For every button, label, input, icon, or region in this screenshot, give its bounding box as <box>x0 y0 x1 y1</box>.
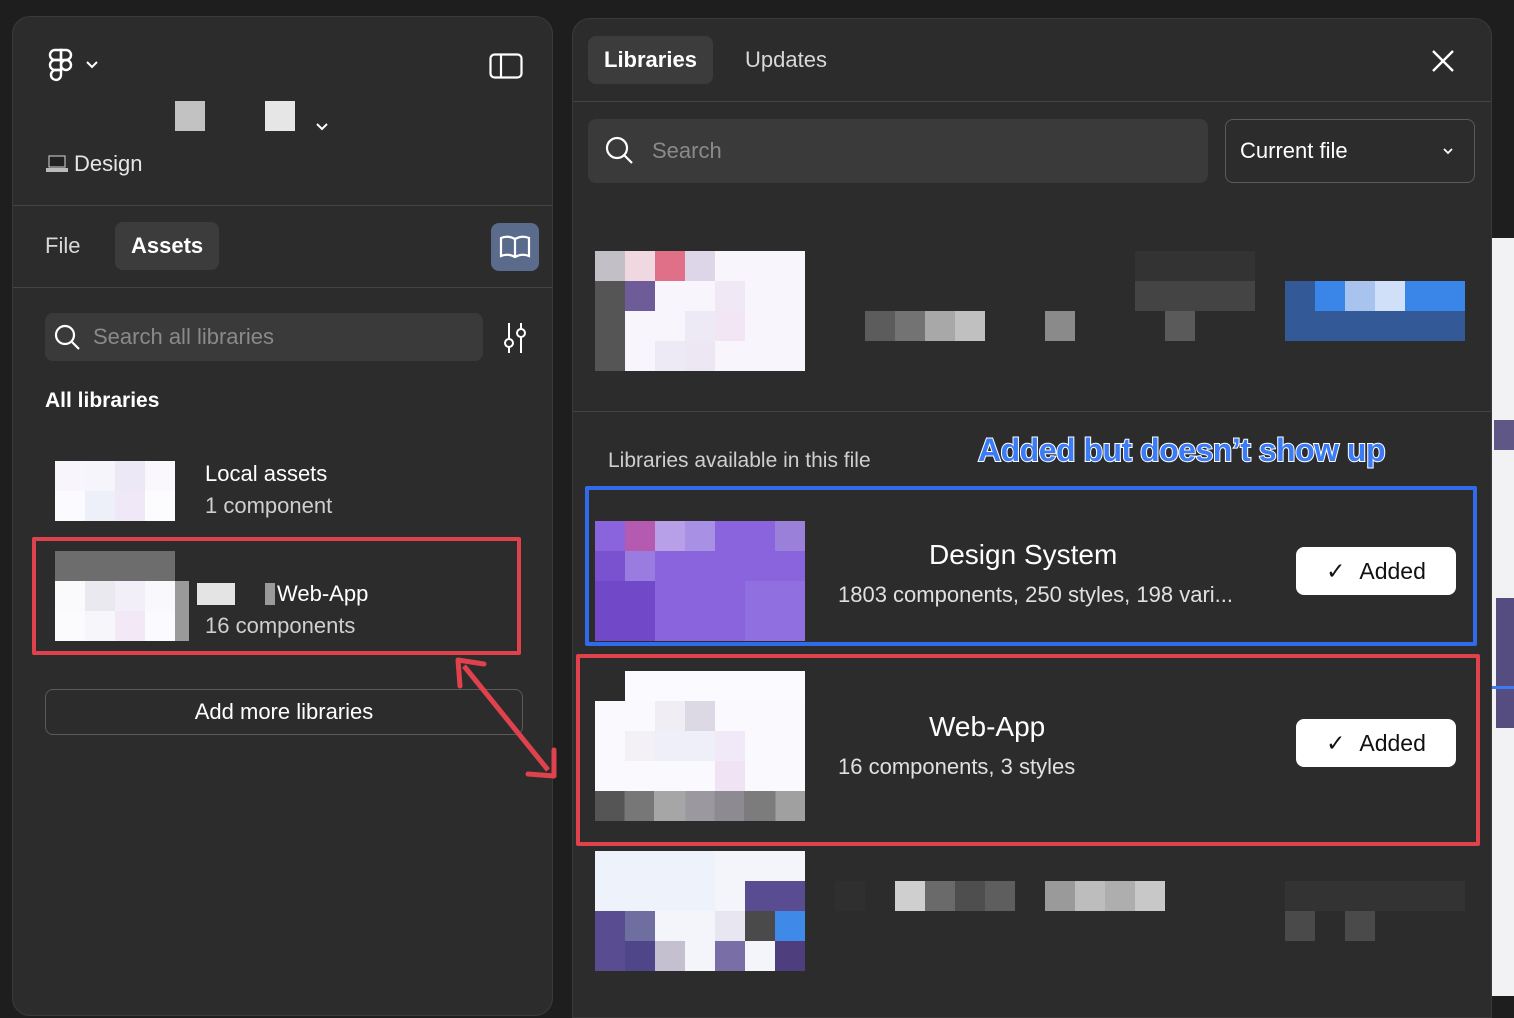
divider <box>573 411 1491 412</box>
library-item-redacted[interactable] <box>573 241 1491 391</box>
search-input[interactable]: Search <box>588 119 1208 183</box>
redacted-block <box>175 101 205 131</box>
highlight-right-web-app <box>576 654 1480 846</box>
tab-assets[interactable]: Assets <box>115 222 220 270</box>
tab-file[interactable]: File <box>29 222 96 270</box>
menu-chevron-down-icon[interactable] <box>85 57 99 71</box>
filter-settings-icon[interactable] <box>501 321 529 355</box>
highlight-design-system <box>585 486 1477 646</box>
divider <box>13 205 552 206</box>
library-item-local-assets[interactable]: Local assets 1 component <box>43 449 533 529</box>
search-icon <box>54 324 80 350</box>
section-title: All libraries <box>45 389 160 412</box>
tab-libraries-label: Libraries <box>604 47 697 72</box>
section-label: Libraries available in this file <box>608 449 871 472</box>
library-detail: 1 component <box>205 493 333 518</box>
library-book-button[interactable] <box>491 223 539 271</box>
search-placeholder: Search all libraries <box>93 324 274 349</box>
close-icon[interactable] <box>1429 47 1457 75</box>
library-thumbnail <box>595 251 805 371</box>
add-more-libraries-label: Add more libraries <box>194 699 374 724</box>
tab-file-label: File <box>45 233 81 258</box>
scope-dropdown-value: Current file <box>1240 138 1348 163</box>
book-open-icon <box>499 235 531 259</box>
chevron-down-icon <box>1443 148 1453 155</box>
search-icon <box>605 136 633 164</box>
assets-panel: Design File Assets Search all libraries … <box>12 16 553 1016</box>
library-name: Local assets <box>205 461 328 486</box>
library-thumbnail <box>55 461 175 521</box>
tab-updates-label: Updates <box>745 47 827 72</box>
redacted-block <box>265 101 295 131</box>
sidebar-toggle-icon[interactable] <box>489 53 523 79</box>
scope-dropdown[interactable]: Current file <box>1225 119 1475 183</box>
search-placeholder: Search <box>652 138 722 163</box>
figma-logo-icon[interactable] <box>47 47 75 83</box>
tab-assets-label: Assets <box>131 233 204 258</box>
tab-libraries[interactable]: Libraries <box>588 36 713 84</box>
highlight-left-web-app <box>32 537 521 655</box>
divider <box>13 287 552 288</box>
tab-updates[interactable]: Updates <box>729 36 843 84</box>
double-arrow-annotation <box>455 657 557 779</box>
divider <box>573 101 1491 102</box>
search-libraries-input[interactable]: Search all libraries <box>45 313 483 361</box>
annotation-label: Added but doesn’t show up <box>977 431 1387 469</box>
canvas-edge <box>1492 238 1514 996</box>
file-chevron-down-icon[interactable] <box>315 119 329 133</box>
library-thumbnail <box>595 851 805 971</box>
laptop-icon <box>45 154 69 174</box>
library-item-redacted[interactable] <box>573 849 1491 989</box>
page-name[interactable]: Design <box>74 151 142 177</box>
